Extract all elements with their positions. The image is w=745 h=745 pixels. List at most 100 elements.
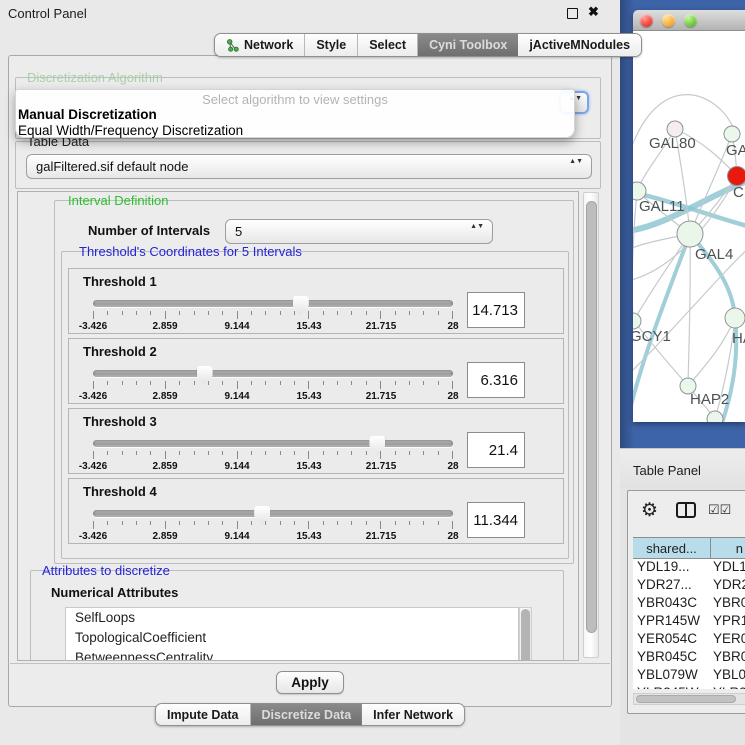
table-data-combo-value: galFiltered.sif default node xyxy=(36,159,188,174)
table-row[interactable]: YDR27...YDR2 xyxy=(633,577,745,595)
slider-tick-labels: -3.4262.8599.14415.4321.71528 xyxy=(93,531,453,542)
tab-infer-network[interactable]: Infer Network xyxy=(362,704,464,725)
tab-label: Discretize Data xyxy=(262,708,352,722)
app-root: Control Panel ✖ Discretization Algorithm… xyxy=(0,0,745,745)
attribute-item[interactable]: SelfLoops xyxy=(66,608,518,628)
numerical-attributes-label: Numerical Attributes xyxy=(51,585,178,600)
column-header-name[interactable]: n xyxy=(711,538,745,558)
slider-ticks xyxy=(93,311,453,320)
gear-icon[interactable]: ⚙ xyxy=(641,499,658,522)
tab-jactivemnodules[interactable]: jActiveMNodules xyxy=(518,34,641,56)
slider-ticks xyxy=(93,381,453,390)
threshold-1-panel: Threshold 1 -3.4262.8599.14415.4321.7152… xyxy=(68,268,564,334)
network-node[interactable] xyxy=(728,167,745,186)
threshold-3-slider[interactable]: -3.4262.8599.14415.4321.71528 xyxy=(93,438,453,472)
table-data-combo[interactable]: galFiltered.sif default node ▲▼ xyxy=(26,154,592,179)
slider-tick-labels: -3.4262.8599.14415.4321.71528 xyxy=(93,321,453,332)
network-node-label: GA xyxy=(726,142,745,159)
tab-cyni-toolbox[interactable]: Cyni Toolbox xyxy=(418,34,518,56)
scrollbar-thumb[interactable] xyxy=(636,695,736,703)
network-node[interactable] xyxy=(633,313,641,329)
table-row[interactable]: YBR045CYBR0 xyxy=(633,649,745,667)
tab-select[interactable]: Select xyxy=(358,34,418,56)
threshold-2-slider[interactable]: -3.4262.8599.14415.4321.71528 xyxy=(93,368,453,402)
settings-vertical-scrollbar[interactable] xyxy=(583,192,599,658)
table-toolbar: ⚙ ☑☑ xyxy=(628,491,745,531)
network-node[interactable] xyxy=(707,411,723,422)
slider-track[interactable] xyxy=(93,370,453,377)
slider-ticks xyxy=(93,451,453,460)
tab-discretize-data[interactable]: Discretize Data xyxy=(251,704,363,725)
table-cell: YBR043C xyxy=(633,595,711,613)
table-row[interactable]: YBL079WYBL0 xyxy=(633,667,745,685)
threshold-1-slider[interactable]: -3.4262.8599.14415.4321.71528 xyxy=(93,298,453,332)
table-row[interactable]: YPR145WYPR1 xyxy=(633,613,745,631)
tab-network[interactable]: Network xyxy=(215,34,305,56)
table-row[interactable]: YER054CYER0 xyxy=(633,631,745,649)
tab-label: Network xyxy=(244,38,293,52)
tab-impute-data[interactable]: Impute Data xyxy=(156,704,251,725)
network-node[interactable] xyxy=(724,126,740,142)
interval-definition-label: Interval Definition xyxy=(65,193,171,208)
attribute-item[interactable]: TopologicalCoefficient xyxy=(66,628,518,648)
algorithm-option-equal-width[interactable]: Equal Width/Frequency Discretization xyxy=(18,123,243,138)
attribute-item[interactable]: BetweennessCentrality xyxy=(66,648,518,661)
network-node-label: GAL11 xyxy=(639,198,685,215)
table-data-group: Table Data galFiltered.sif default node … xyxy=(15,141,601,189)
scrollbar-thumb[interactable] xyxy=(586,201,597,633)
threshold-1-label: Threshold 1 xyxy=(83,274,157,289)
threshold-3-value-input[interactable] xyxy=(467,432,525,468)
table-row[interactable]: YDL19...YDL1 xyxy=(633,559,745,577)
threshold-2-value-input[interactable] xyxy=(467,362,525,398)
network-node[interactable] xyxy=(725,308,745,328)
tab-style[interactable]: Style xyxy=(305,34,358,56)
slider-ticks xyxy=(93,521,453,530)
checkbox-icons[interactable]: ☑☑ xyxy=(708,502,731,518)
network-edge[interactable] xyxy=(688,318,735,386)
slider-track[interactable] xyxy=(93,510,453,517)
discretization-algorithm-label: Discretization Algorithm xyxy=(24,70,166,85)
network-edge[interactable] xyxy=(633,191,637,321)
float-window-icon[interactable] xyxy=(567,8,578,19)
threshold-4-slider[interactable]: -3.4262.8599.14415.4321.71528 xyxy=(93,508,453,542)
network-node[interactable] xyxy=(677,221,703,247)
algorithm-option-manual[interactable]: Manual Discretization xyxy=(18,107,157,122)
control-panel-title: Control Panel xyxy=(8,6,87,21)
split-columns-icon[interactable] xyxy=(676,502,696,518)
table-horizontal-scrollbar[interactable] xyxy=(633,693,745,705)
tab-label: Style xyxy=(316,38,346,52)
threshold-1-value-input[interactable] xyxy=(467,292,525,328)
table-row[interactable]: YBR043CYBR0 xyxy=(633,595,745,613)
zoom-traffic-light-icon[interactable] xyxy=(684,14,697,27)
tab-label: Cyni Toolbox xyxy=(429,38,507,52)
threshold-4-panel: Threshold 4 -3.4262.8599.14415.4321.7152… xyxy=(68,478,564,544)
table-panel-header: Table Panel xyxy=(620,448,745,488)
close-icon[interactable]: ✖ xyxy=(588,4,599,20)
tab-label: Select xyxy=(369,38,406,52)
attributes-list[interactable]: SelfLoopsTopologicalCoefficientBetweenne… xyxy=(65,607,519,661)
close-traffic-light-icon[interactable] xyxy=(640,14,653,27)
algorithm-placeholder: Select algorithm to view settings xyxy=(16,92,574,107)
network-canvas[interactable]: GAL80GACGAL11GAL4GCY1HAHAP2 xyxy=(633,31,745,422)
table-cell: YER054C xyxy=(633,631,711,649)
threshold-4-value-input[interactable] xyxy=(467,502,525,538)
attributes-list-scrollbar[interactable] xyxy=(519,607,532,661)
table-cell: YLR345W xyxy=(633,685,711,689)
thresholds-group-label: Threshold's Coordinates for 5 Intervals xyxy=(76,244,305,259)
table-row[interactable]: YLR345WYLR3 xyxy=(633,685,745,689)
tab-label: jActiveMNodules xyxy=(529,38,630,52)
threshold-4-label: Threshold 4 xyxy=(83,484,157,499)
slider-track[interactable] xyxy=(93,300,453,307)
settings-scroll-area: Interval Definition Number of Intervals … xyxy=(17,191,579,661)
column-header-shared-name[interactable]: shared... xyxy=(633,538,711,558)
slider-track[interactable] xyxy=(93,440,453,447)
scrollbar-thumb[interactable] xyxy=(521,609,530,661)
apply-button[interactable]: Apply xyxy=(276,671,344,694)
interval-definition-group: Interval Definition Number of Intervals … xyxy=(54,200,574,564)
minimize-traffic-light-icon[interactable] xyxy=(662,14,675,27)
right-side: GAL80GACGAL11GAL4GCY1HAHAP2 Table Panel … xyxy=(620,0,745,745)
slider-tick-labels: -3.4262.8599.14415.4321.71528 xyxy=(93,391,453,402)
table-cell: YDL1 xyxy=(711,559,745,577)
number-of-intervals-combo[interactable]: 5 ▲▼ xyxy=(225,219,493,244)
bottom-tab-strip: Impute Data Discretize Data Infer Networ… xyxy=(155,703,465,726)
